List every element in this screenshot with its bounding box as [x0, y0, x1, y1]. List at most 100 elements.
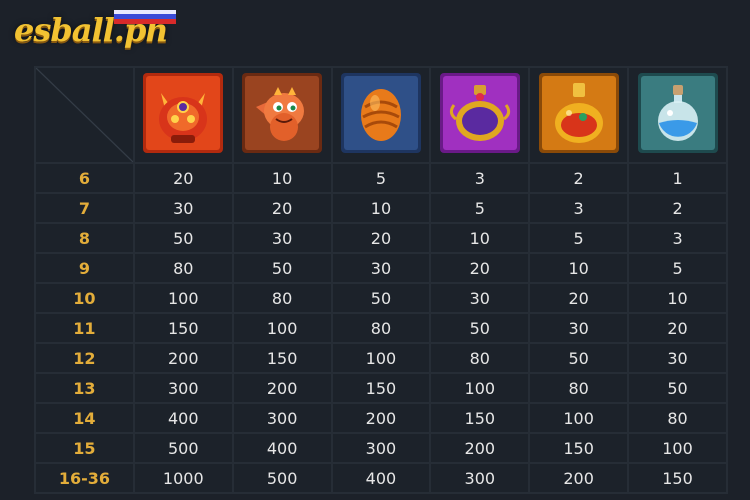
symbol-count-label: 16-36 — [36, 464, 133, 492]
payout-row: 15 500 400 300 200 150 100 — [36, 434, 726, 462]
flag-stripes-icon — [114, 10, 176, 24]
payout-value: 10 — [332, 194, 430, 222]
payout-value: 50 — [332, 284, 430, 312]
payout-value: 30 — [431, 284, 529, 312]
payout-value: 20 — [233, 194, 331, 222]
payout-value: 200 — [233, 374, 331, 402]
payout-value: 3 — [530, 194, 628, 222]
payout-value: 100 — [134, 284, 232, 312]
payout-value: 300 — [233, 404, 331, 432]
baby-dragon-icon — [242, 73, 323, 153]
payout-row: 6 20 10 5 3 2 1 — [36, 164, 726, 192]
purple-potion-icon — [439, 73, 520, 153]
payout-value: 80 — [134, 254, 232, 282]
symbol-cell — [332, 68, 430, 162]
esball-logo: esball.ph — [14, 10, 176, 46]
payout-value: 100 — [530, 404, 628, 432]
payout-value: 50 — [431, 314, 529, 342]
payout-value: 80 — [332, 314, 430, 342]
payout-value: 10 — [530, 254, 628, 282]
payout-value: 150 — [629, 464, 726, 492]
payout-value: 50 — [530, 344, 628, 372]
payout-value: 50 — [233, 254, 331, 282]
payout-value: 200 — [530, 464, 628, 492]
corner-cell — [36, 68, 133, 162]
symbol-count-label: 14 — [36, 404, 133, 432]
payout-value: 20 — [332, 224, 430, 252]
payout-row: 12 200 150 100 80 50 30 — [36, 344, 726, 372]
payout-value: 30 — [332, 254, 430, 282]
payout-value: 80 — [431, 344, 529, 372]
symbol-cell — [431, 68, 529, 162]
payout-value: 20 — [134, 164, 232, 192]
gold-potion-icon — [538, 73, 619, 153]
payout-value: 30 — [134, 194, 232, 222]
payout-value: 30 — [233, 224, 331, 252]
payout-row: 13 300 200 150 100 80 50 — [36, 374, 726, 402]
symbol-count-label: 12 — [36, 344, 133, 372]
symbol-cell — [530, 68, 628, 162]
payout-value: 5 — [431, 194, 529, 222]
symbol-cell — [134, 68, 232, 162]
paytable-grid: 6 20 10 5 3 2 1 7 30 20 10 5 3 2 8 50 30 20 10 5 3 9 80 50 30 20 1… — [34, 66, 728, 494]
payout-value: 80 — [233, 284, 331, 312]
payout-value: 5 — [629, 254, 726, 282]
payout-value: 5 — [332, 164, 430, 192]
payout-value: 20 — [629, 314, 726, 342]
payout-value: 10 — [431, 224, 529, 252]
symbol-cell — [233, 68, 331, 162]
dragon-egg-icon — [340, 73, 421, 153]
payout-value: 10 — [629, 284, 726, 312]
paytable: 6 20 10 5 3 2 1 7 30 20 10 5 3 2 8 50 30 20 10 5 3 9 80 50 30 20 1… — [34, 66, 728, 494]
payout-row: 16-36 1000 500 400 300 200 150 — [36, 464, 726, 492]
payout-value: 300 — [332, 434, 430, 462]
payout-value: 10 — [233, 164, 331, 192]
payout-value: 80 — [629, 404, 726, 432]
payout-value: 1 — [629, 164, 726, 192]
payout-row: 9 80 50 30 20 10 5 — [36, 254, 726, 282]
payout-value: 300 — [431, 464, 529, 492]
symbol-header-row — [36, 68, 726, 162]
payout-value: 5 — [530, 224, 628, 252]
symbol-count-label: 10 — [36, 284, 133, 312]
payout-value: 200 — [134, 344, 232, 372]
payout-value: 2 — [629, 194, 726, 222]
payout-value: 30 — [629, 344, 726, 372]
payout-value: 100 — [233, 314, 331, 342]
payout-value: 400 — [332, 464, 430, 492]
payout-value: 3 — [629, 224, 726, 252]
symbol-count-label: 15 — [36, 434, 133, 462]
payout-value: 20 — [530, 284, 628, 312]
payout-value: 200 — [431, 434, 529, 462]
payout-value: 150 — [233, 344, 331, 372]
payout-row: 7 30 20 10 5 3 2 — [36, 194, 726, 222]
payout-value: 20 — [431, 254, 529, 282]
payout-row: 14 400 300 200 150 100 80 — [36, 404, 726, 432]
symbol-count-label: 11 — [36, 314, 133, 342]
payout-value: 300 — [134, 374, 232, 402]
payout-value: 100 — [431, 374, 529, 402]
payout-value: 500 — [134, 434, 232, 462]
payout-value: 400 — [233, 434, 331, 462]
blue-potion-icon — [637, 73, 718, 153]
symbol-count-label: 8 — [36, 224, 133, 252]
symbol-count-label: 9 — [36, 254, 133, 282]
payout-value: 50 — [629, 374, 726, 402]
payout-value: 80 — [530, 374, 628, 402]
payout-value: 150 — [431, 404, 529, 432]
payout-value: 100 — [629, 434, 726, 462]
payout-value: 100 — [332, 344, 430, 372]
payout-value: 1000 — [134, 464, 232, 492]
symbol-cell — [629, 68, 726, 162]
payout-row: 10 100 80 50 30 20 10 — [36, 284, 726, 312]
payout-value: 3 — [431, 164, 529, 192]
payout-value: 150 — [332, 374, 430, 402]
symbol-count-label: 6 — [36, 164, 133, 192]
red-dragon-icon — [143, 73, 224, 153]
symbol-count-label: 13 — [36, 374, 133, 402]
payout-row: 11 150 100 80 50 30 20 — [36, 314, 726, 342]
payout-value: 150 — [134, 314, 232, 342]
payout-value: 50 — [134, 224, 232, 252]
payout-value: 400 — [134, 404, 232, 432]
payout-value: 200 — [332, 404, 430, 432]
